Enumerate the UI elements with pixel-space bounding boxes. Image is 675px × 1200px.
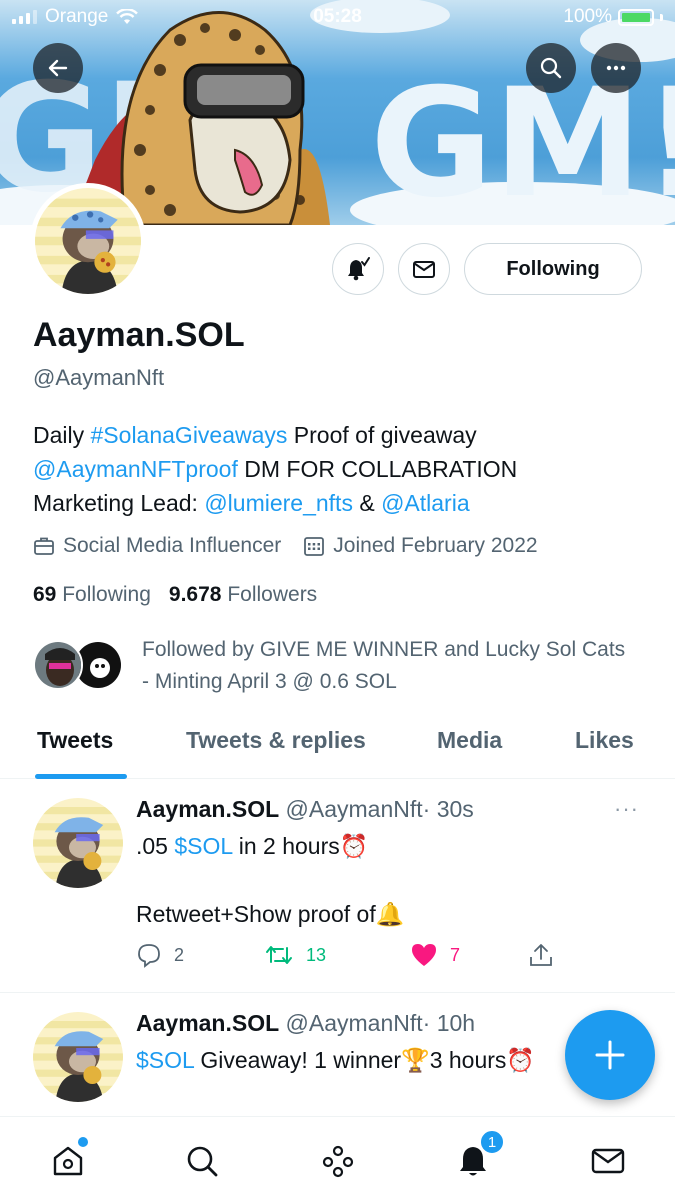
tweet-text: $SOL Giveaway! 1 winner🏆3 hours⏰ [136,1047,536,1073]
reply-count: 2 [174,944,185,965]
profile-handle: @AaymanNft [33,365,165,390]
retweet-count: 13 [306,944,327,965]
more-options-button[interactable] [591,43,641,93]
bell-icon [348,257,370,281]
back-button[interactable] [33,43,83,93]
following-button[interactable]: Following [464,243,642,295]
mention-link[interactable]: @AaymanNFTproof [33,456,238,482]
new-content-dot [78,1137,88,1147]
battery-icon [618,8,654,26]
search-icon [540,57,562,79]
reply-icon [138,944,160,968]
like-button[interactable]: 7 [410,942,528,968]
briefcase-icon [34,537,54,555]
follow-stats: 69 Following 9.678 Followers [33,583,317,607]
profile-tabs: Tweets Tweets & replies Media Likes [0,715,675,779]
followed-by-text: Followed by GIVE ME WINNER and Lucky Sol… [142,638,626,693]
notifications-badge: 1 [479,1129,505,1155]
cashtag-link[interactable]: $SOL [174,833,232,859]
bio-text: Proof of giveaway [287,422,477,448]
profile-actions: Following [332,243,642,295]
tweet-header: Aayman.SOL @AaymanNft· 30s [136,796,474,823]
hashtag-link[interactable]: #SolanaGiveaways [91,422,288,448]
mention-link[interactable]: @Atlaria [381,490,470,516]
bio-text: & [352,490,382,516]
tweet-timestamp: · 30s [422,796,474,822]
active-tab-indicator [35,774,127,779]
nav-home[interactable] [48,1137,88,1181]
calendar-icon [304,537,325,556]
notifications-toggle-button[interactable] [332,243,384,295]
followers-count-link[interactable]: 9.678 Followers [169,583,317,607]
bottom-navigation: 1 [0,1116,675,1200]
like-count: 7 [450,944,461,965]
bio-text: Marketing Lead: [33,490,205,516]
home-icon [53,1146,83,1176]
retweet-icon [266,946,292,964]
ape-avatar-image [35,188,141,294]
more-icon [606,65,626,71]
profile-meta: Social Media Influencer Joined February … [33,534,538,558]
tab-tweets[interactable]: Tweets [37,727,113,754]
mention-link[interactable]: @lumiere_nfts [204,490,353,516]
joined-label: Joined February 2022 [333,534,538,557]
mail-icon [591,1148,625,1174]
profile-name: Aayman.SOL [33,316,245,354]
tweet-author-avatar[interactable] [33,1012,123,1102]
compose-tweet-button[interactable] [565,1010,655,1100]
heart-icon [412,944,436,966]
nav-spaces[interactable] [318,1141,358,1181]
message-button[interactable] [398,243,450,295]
profile-category: Social Media Influencer [33,534,281,558]
category-label: Social Media Influencer [63,534,282,557]
cashtag-link[interactable]: $SOL [136,1047,194,1073]
profile-bio: Daily #SolanaGiveaways Proof of giveaway… [33,418,653,520]
profile-joined-date: Joined February 2022 [303,534,538,558]
tweet[interactable]: Aayman.SOL @AaymanNft· 30s ··· .05 $SOL … [0,780,675,993]
mail-icon [413,261,435,278]
tweet-author-handle: @AaymanNft [285,796,423,822]
tweet-author-name[interactable]: Aayman.SOL [136,796,279,822]
tab-tweets-and-replies[interactable]: Tweets & replies [186,727,366,754]
tweet-author-avatar[interactable] [33,798,123,888]
plus-icon [595,1040,625,1070]
profile-avatar[interactable] [30,183,146,299]
retweet-button[interactable]: 13 [264,942,410,968]
spaces-icon [322,1145,354,1178]
tab-media[interactable]: Media [437,727,502,754]
bio-text: Daily [33,422,91,448]
status-bar: Orange 05:28 100% [0,0,675,36]
bio-text: DM FOR COLLABRATION [237,456,518,482]
following-count-link[interactable]: 69 Following [33,583,151,607]
nav-search[interactable] [182,1141,222,1181]
tweet-timestamp: · 10h [422,1010,476,1036]
battery-percent: 100% [563,6,612,27]
search-button[interactable] [526,43,576,93]
share-button[interactable] [528,942,554,968]
nav-messages[interactable] [588,1141,628,1181]
tweet-more-button[interactable]: ··· [614,796,639,822]
tweet-text: .05 $SOL in 2 hours⏰ Retweet+Show proof … [136,833,405,927]
search-icon [187,1146,218,1177]
tweet-actions: 2 13 7 [136,942,554,968]
nav-notifications[interactable]: 1 [453,1129,505,1181]
back-arrow-icon [48,59,68,77]
reply-button[interactable]: 2 [136,942,264,968]
follower-avatar [33,640,83,690]
battery-status: 100% [563,6,663,28]
tab-likes[interactable]: Likes [575,727,634,754]
tweet-header: Aayman.SOL @AaymanNft· 10h [136,1010,475,1037]
tweet-author-handle: @AaymanNft [285,1010,423,1036]
share-icon [530,944,552,966]
tweet-author-name[interactable]: Aayman.SOL [136,1010,279,1036]
